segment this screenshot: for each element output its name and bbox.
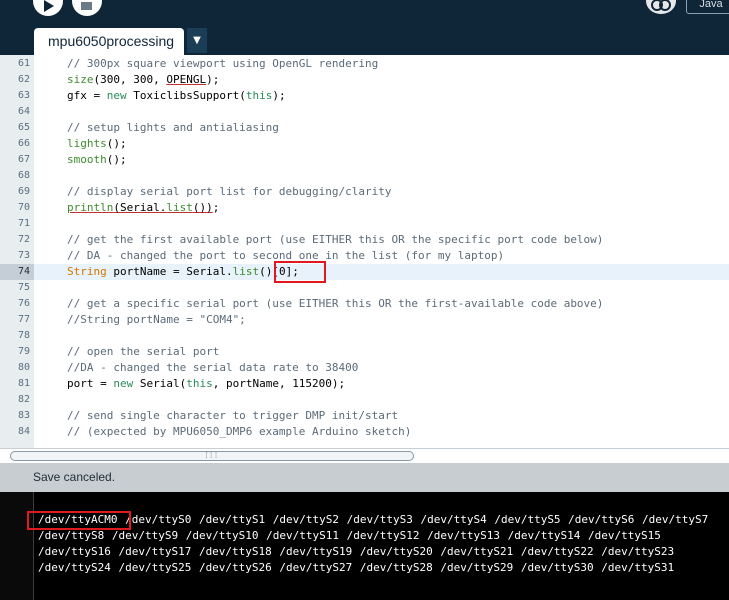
code-line: //String portName = "COM4"; bbox=[67, 313, 246, 326]
code-line: // setup lights and antialiasing bbox=[67, 121, 279, 134]
run-button[interactable] bbox=[33, 0, 63, 16]
status-message: Save canceled. bbox=[33, 470, 116, 484]
toolbar: Java bbox=[0, 0, 729, 28]
code-line: size(300, 300, OPENGL); bbox=[67, 73, 220, 86]
console-gutter bbox=[0, 492, 34, 600]
tab-label: mpu6050processing bbox=[48, 33, 175, 49]
code-line: println(Serial.list()); bbox=[67, 201, 220, 214]
code-line: smooth(); bbox=[67, 153, 127, 166]
grip-icon: ⁞⁞⁞ bbox=[204, 451, 219, 460]
code-line: // DA - changed the port to second one i… bbox=[67, 249, 505, 262]
active-line-number: 74 bbox=[0, 264, 34, 280]
code-line: // display serial port list for debuggin… bbox=[67, 185, 392, 198]
chevron-down-icon: ▼ bbox=[193, 35, 201, 46]
highlight-box bbox=[27, 511, 131, 530]
status-bar: Save canceled. bbox=[0, 463, 729, 492]
highlight-box bbox=[274, 261, 326, 283]
debug-icon bbox=[651, 0, 671, 11]
mode-selector[interactable]: Java bbox=[686, 0, 729, 14]
scrollbar-thumb[interactable]: ⁞⁞⁞ bbox=[10, 451, 414, 461]
console-output: /dev/ttyACM0 /dev/ttyS0 /dev/ttyS1 /dev/… bbox=[38, 513, 716, 574]
code-line: // 300px square viewport using OpenGL re… bbox=[67, 57, 379, 70]
tab-sketch[interactable]: mpu6050processing bbox=[34, 28, 184, 55]
code-line: // get the first available port (use EIT… bbox=[67, 233, 604, 246]
stop-icon bbox=[81, 2, 92, 10]
play-icon bbox=[44, 0, 54, 12]
code-line: // get a specific serial port (use EITHE… bbox=[67, 297, 604, 310]
code-line: // (expected by MPU6050_DMP6 example Ard… bbox=[67, 425, 412, 438]
code-editor[interactable]: // 300px square viewport using OpenGL re… bbox=[34, 55, 729, 448]
code-line-active: String portName = Serial.list()[0]; bbox=[34, 264, 729, 280]
code-line: port = new Serial(this, portName, 115200… bbox=[67, 377, 346, 390]
horizontal-scrollbar[interactable]: ⁞⁞⁞ bbox=[0, 448, 729, 463]
console[interactable]: /dev/ttyACM0 /dev/ttyS0 /dev/ttyS1 /dev/… bbox=[0, 492, 729, 600]
code-line: // send single character to trigger DMP … bbox=[67, 409, 399, 422]
stop-button[interactable] bbox=[72, 0, 102, 16]
code-line: gfx = new ToxiclibsSupport(this); bbox=[67, 89, 286, 102]
code-line: // open the serial port bbox=[67, 345, 220, 358]
code-line: //DA - changed the serial data rate to 3… bbox=[67, 361, 359, 374]
tab-menu-button[interactable]: ▼ bbox=[187, 28, 207, 53]
debug-button[interactable] bbox=[646, 0, 676, 14]
code-line: lights(); bbox=[67, 137, 127, 150]
mode-label: Java bbox=[699, 0, 723, 10]
